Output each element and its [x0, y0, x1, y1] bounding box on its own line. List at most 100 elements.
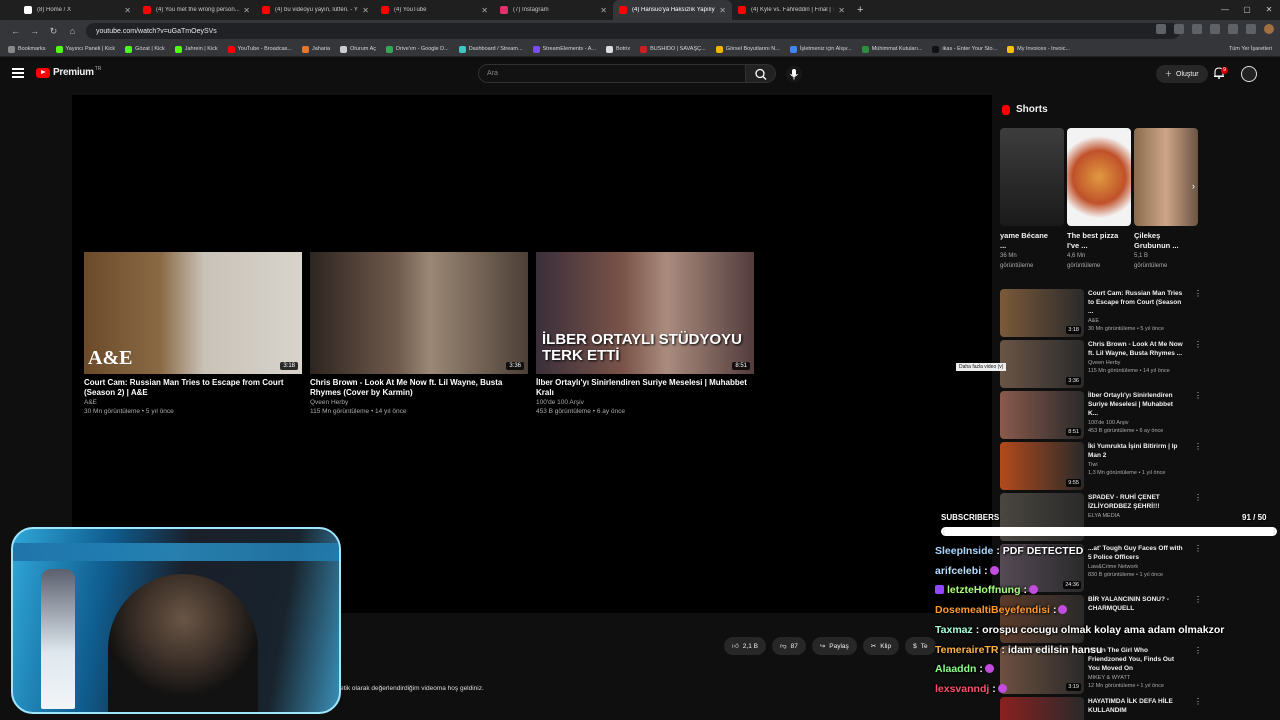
endscreen-thumbnail[interactable]: A&E 3:18: [84, 252, 302, 374]
extension-icon[interactable]: [1174, 24, 1184, 34]
related-channel[interactable]: ELYA MEDIA: [1088, 512, 1184, 520]
extension-icon[interactable]: [1210, 24, 1220, 34]
related-channel[interactable]: 100'de 100 Arşiv: [1088, 419, 1184, 427]
endscreen-video-card[interactable]: 3:36 Chris Brown - Look At Me Now ft. Li…: [310, 252, 528, 416]
endscreen-thumbnail[interactable]: 3:36: [310, 252, 528, 374]
close-tab-icon[interactable]: ✕: [719, 6, 726, 15]
all-bookmarks-link[interactable]: Tüm Yer İşaretleri: [1229, 46, 1272, 52]
related-video-item[interactable]: 3:36 Chris Brown - Look At Me Now ft. Lil…: [1000, 340, 1202, 388]
browser-tab[interactable]: (7) Instagram ✕: [494, 0, 613, 20]
bookmark-item[interactable]: Mühimmat Kutuları...: [861, 45, 922, 53]
youtube-logo[interactable]: Premium TR: [36, 66, 101, 78]
related-title[interactable]: Chris Brown - Look At Me Now ft. Lil Way…: [1088, 340, 1184, 358]
close-tab-icon[interactable]: ✕: [243, 6, 250, 15]
more-options-icon[interactable]: ⋮: [1194, 493, 1202, 502]
related-thumbnail[interactable]: [1000, 697, 1084, 720]
related-title[interactable]: HAYATIMDA İLK DEFA HİLE KULLANDIM: [1088, 697, 1184, 715]
related-thumbnail[interactable]: 3:36: [1000, 340, 1084, 388]
close-tab-icon[interactable]: ✕: [838, 6, 845, 15]
related-title[interactable]: İki Yumrukta İşini Bitirirm | Ip Man 2: [1088, 442, 1184, 460]
browser-tab[interactable]: (4) YouTube ✕: [375, 0, 494, 20]
short-card[interactable]: The best pizza I've ... 4,6 Mn görüntüleme: [1067, 128, 1131, 271]
thanks-button[interactable]: $ Te: [905, 637, 936, 655]
chat-username[interactable]: Taxmaz: [935, 624, 973, 636]
related-title[interactable]: İlber Ortaylı'yı Sinirlendiren Suriye Me…: [1088, 391, 1184, 418]
bookmark-item[interactable]: Görsel Boyutlarını N...: [715, 45, 780, 53]
endscreen-title[interactable]: Court Cam: Russian Man Tries to Escape f…: [84, 378, 302, 398]
bookmark-item[interactable]: Botrix: [606, 45, 630, 53]
related-video-item[interactable]: 3:18 Court Cam: Russian Man Tries to Esca…: [1000, 289, 1202, 337]
chat-username[interactable]: letzteHoffnung: [947, 584, 1021, 596]
related-video-item[interactable]: HAYATIMDA İLK DEFA HİLE KULLANDIM ⋮: [1000, 697, 1202, 720]
url-field[interactable]: youtube.com/watch?v=uGaTmOeySVs: [86, 23, 1180, 39]
search-button[interactable]: [746, 64, 776, 83]
related-thumbnail[interactable]: 8:51: [1000, 391, 1084, 439]
endscreen-video-card[interactable]: İLBER ORTAYLI STÜDYOYU TERK ETTİ 8:51 İl…: [536, 252, 754, 416]
endscreen-thumbnail[interactable]: İLBER ORTAYLI STÜDYOYU TERK ETTİ 8:51: [536, 252, 754, 374]
search-input[interactable]: Ara: [478, 64, 746, 83]
bookmark-item[interactable]: Jaharia: [301, 45, 330, 53]
extension-icon[interactable]: [1156, 24, 1166, 34]
browser-tab[interactable]: (4) Hansuo'ya Haksızlık Yapılıyo ✕: [613, 0, 732, 20]
bookmark-item[interactable]: İşletmeniz için Alışv...: [789, 45, 852, 53]
related-channel[interactable]: A&E: [1088, 317, 1184, 325]
related-video-item[interactable]: 9:55 İki Yumrukta İşini Bitirirm | Ip Man…: [1000, 442, 1202, 490]
bookmark-item[interactable]: ikas - Enter Your Sto...: [932, 45, 997, 53]
bookmark-item[interactable]: YouTube - Broadcas...: [227, 45, 292, 53]
bookmark-item[interactable]: Gözat | Kick: [125, 45, 165, 53]
more-options-icon[interactable]: ⋮: [1194, 289, 1202, 298]
extension-icon[interactable]: [1192, 24, 1202, 34]
more-options-icon[interactable]: ⋮: [1194, 340, 1202, 349]
related-thumbnail[interactable]: 3:18: [1000, 289, 1084, 337]
voice-search-button[interactable]: [786, 66, 802, 82]
related-channel[interactable]: Qveen Herby: [1088, 359, 1184, 367]
chat-username[interactable]: DosemealtiBeyefendisi: [935, 604, 1050, 616]
share-button[interactable]: ↪ Paylaş: [811, 637, 857, 655]
create-button[interactable]: ＋ Oluştur: [1156, 65, 1208, 83]
related-title[interactable]: SPADEV - RUHİ ÇENET İZLİYORDBEZ ŞEHRİ!!!: [1088, 493, 1184, 511]
bookmark-item[interactable]: StreamElements - A...: [532, 45, 596, 53]
short-card[interactable]: Çilekeş Grubunun ... 5,1 B görüntüleme: [1134, 128, 1198, 271]
short-thumbnail[interactable]: [1000, 128, 1064, 226]
bookmark-item[interactable]: BUSHIDO | SAVAŞÇ...: [640, 45, 706, 53]
forward-icon[interactable]: →: [25, 26, 44, 36]
close-tab-icon[interactable]: ✕: [124, 6, 131, 15]
chat-username[interactable]: SleepInside: [935, 545, 993, 557]
bookmark-item[interactable]: Drive'ım - Google D...: [386, 45, 449, 53]
maximize-icon[interactable]: ▢: [1236, 0, 1258, 20]
endscreen-channel[interactable]: Qveen Herby: [310, 398, 528, 407]
minimize-icon[interactable]: —: [1214, 0, 1236, 20]
related-thumbnail[interactable]: 9:55: [1000, 442, 1084, 490]
new-tab-icon[interactable]: +: [857, 4, 863, 16]
short-title[interactable]: The best pizza I've ...: [1067, 231, 1123, 251]
close-window-icon[interactable]: ✕: [1258, 0, 1280, 20]
short-title[interactable]: Çilekeş Grubunun ...: [1134, 231, 1190, 251]
reload-icon[interactable]: ↻: [44, 26, 63, 37]
extension-icon[interactable]: [1246, 24, 1256, 34]
endscreen-channel[interactable]: 100'de 100 Arşiv: [536, 398, 754, 407]
endscreen-channel[interactable]: A&E: [84, 398, 302, 407]
related-title[interactable]: Court Cam: Russian Man Tries to Escape f…: [1088, 289, 1184, 316]
clip-button[interactable]: ✂ Klip: [862, 637, 900, 655]
browser-tab[interactable]: (4) You met the wrong person... ✕: [137, 0, 256, 20]
bookmark-item[interactable]: Jahrein | Kick: [174, 45, 218, 53]
chat-username[interactable]: lexsvanndj: [935, 683, 989, 695]
like-button[interactable]: 👍︎ 2,1 B: [724, 637, 766, 655]
related-video-item[interactable]: 8:51 İlber Ortaylı'yı Sinirlendiren Suriy…: [1000, 391, 1202, 439]
home-icon[interactable]: ⌂: [63, 26, 82, 36]
more-options-icon[interactable]: ⋮: [1194, 391, 1202, 400]
close-tab-icon[interactable]: ✕: [600, 6, 607, 15]
browser-tab[interactable]: (4) bu videoyu yayın, lütfen. - Y ✕: [256, 0, 375, 20]
more-options-icon[interactable]: ⋮: [1194, 442, 1202, 451]
chevron-right-icon[interactable]: ›: [1192, 181, 1195, 191]
endscreen-title[interactable]: İlber Ortaylı'yı Sinirlendiren Suriye Me…: [536, 378, 754, 398]
related-channel[interactable]: Tiwi: [1088, 461, 1184, 469]
back-icon[interactable]: ←: [6, 26, 25, 36]
bookmark-item[interactable]: Bookmarks: [8, 45, 46, 53]
close-tab-icon[interactable]: ✕: [481, 6, 488, 15]
bookmark-item[interactable]: Dashboard / Stream...: [458, 45, 523, 53]
bookmark-item[interactable]: Yayıncı Paneli | Kick: [55, 45, 115, 53]
profile-avatar[interactable]: [1264, 24, 1274, 34]
dislike-button[interactable]: 👎︎ 87: [771, 637, 806, 655]
short-thumbnail[interactable]: [1134, 128, 1198, 226]
